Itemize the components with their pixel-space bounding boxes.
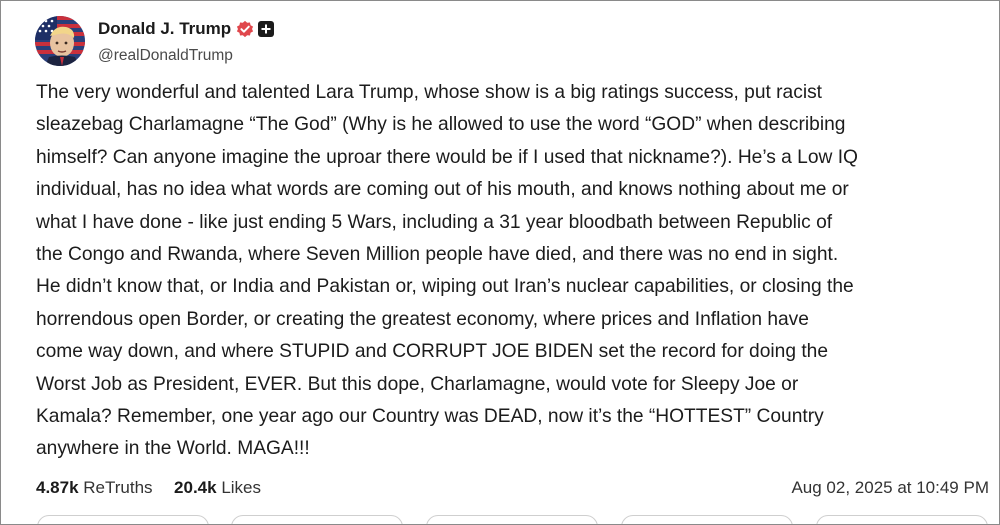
action-bar (1, 515, 999, 524)
post-text-line: anywhere in the World. MAGA!!! (36, 438, 310, 460)
like-button[interactable] (426, 515, 598, 524)
post-timestamp[interactable]: Aug 02, 2025 at 10:49 PM (791, 477, 989, 499)
share-button[interactable] (621, 515, 793, 524)
verified-badge-icon (236, 20, 254, 38)
post-text-line: come way down, and where STUPID and CORR… (36, 341, 828, 363)
post-text-line: Worst Job as President, EVER. But this d… (36, 373, 799, 395)
post-text-line: the Congo and Rwanda, where Seven Millio… (36, 244, 839, 266)
plus-badge-icon (258, 21, 274, 37)
more-button[interactable] (816, 515, 988, 524)
avatar-image (35, 16, 85, 66)
likes-stat[interactable]: 20.4k Likes (174, 478, 261, 497)
post-text-line: sleazebag Charlamagne “The God” (Why is … (36, 114, 846, 136)
post-text-line: individual, has no idea what words are c… (36, 179, 849, 201)
retruths-stat[interactable]: 4.87k ReTruths (36, 478, 157, 497)
post-text-line: what I have done - like just ending 5 Wa… (36, 211, 833, 233)
avatar[interactable] (35, 16, 85, 66)
retruths-count: 4.87k (36, 478, 79, 497)
post-text-line: horrendous open Border, or creating the … (36, 308, 809, 330)
retruths-label: ReTruths (83, 478, 153, 497)
likes-label: Likes (221, 478, 261, 497)
post-text: The very wonderful and talented Lara Tru… (36, 77, 991, 466)
retruth-button[interactable] (231, 515, 403, 524)
likes-count: 20.4k (174, 478, 217, 497)
post-card: Donald J. Trump @realDonaldTrump The ver… (0, 0, 1000, 525)
post-text-line: Kamala? Remember, one year ago our Count… (36, 406, 824, 428)
post-text-line: himself? Can anyone imagine the uproar t… (36, 146, 858, 168)
post-text-line: He didn’t know that, or India and Pakist… (36, 276, 854, 298)
engagement-stats: 4.87k ReTruths 20.4k Likes (36, 477, 261, 499)
reply-button[interactable] (37, 515, 209, 524)
post-text-line: The very wonderful and talented Lara Tru… (36, 82, 823, 103)
author-name[interactable]: Donald J. Trump (98, 18, 231, 40)
author-handle[interactable]: @realDonaldTrump (98, 46, 233, 66)
